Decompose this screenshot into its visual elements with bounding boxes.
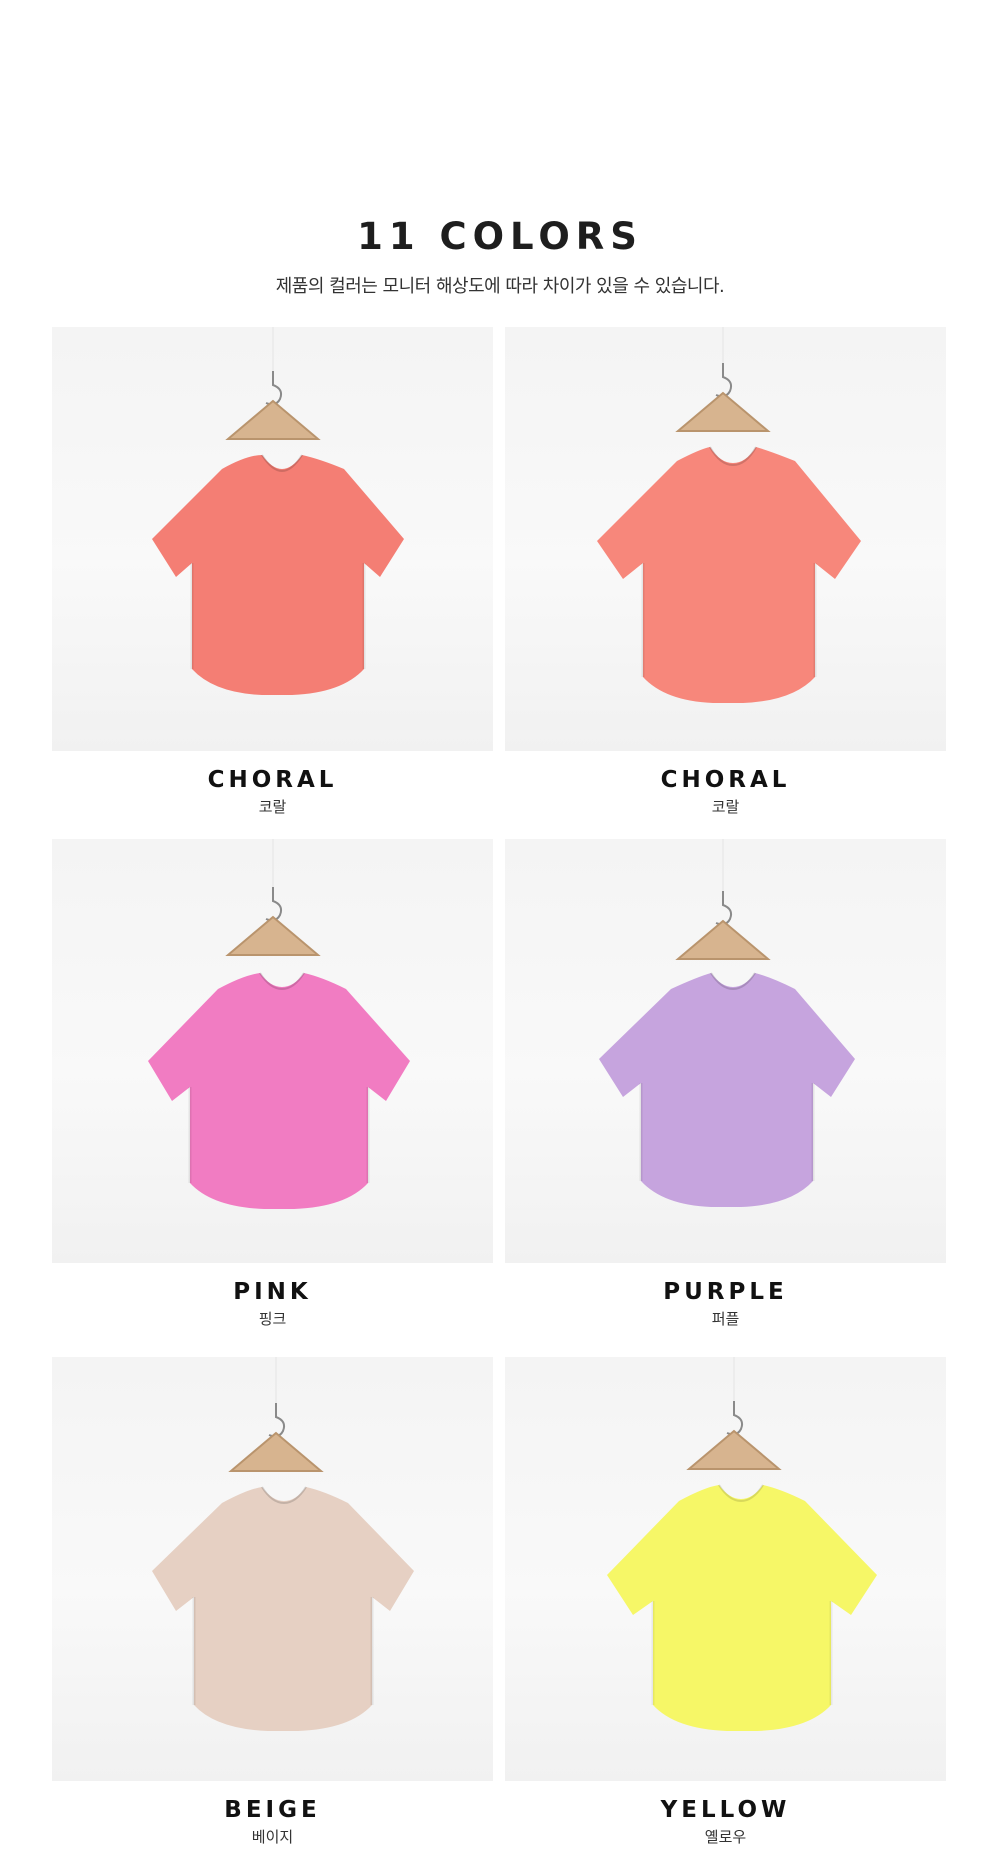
product-photo	[505, 327, 946, 751]
color-item-purple: PURPLE 퍼플	[505, 839, 946, 1329]
shirt-shape	[599, 973, 855, 1207]
page-title: 11 COLORS	[357, 215, 643, 258]
color-item-choral-2: CHORAL 코랄	[505, 327, 946, 817]
color-name-en: YELLOW	[660, 1797, 791, 1823]
color-name-ko: 베이지	[251, 1828, 294, 1846]
tshirt-icon	[152, 327, 404, 695]
color-name-en: PINK	[233, 1279, 312, 1305]
product-photo	[52, 327, 493, 751]
color-name-ko: 핑크	[258, 1310, 287, 1328]
product-photo	[505, 839, 946, 1263]
page-header: 11 COLORS 제품의 컬러는 모니터 해상도에 따라 차이가 있을 수 있…	[0, 212, 1000, 300]
color-name-en: PURPLE	[663, 1279, 788, 1305]
tshirt-icon	[599, 839, 855, 1207]
shirt-shape	[148, 973, 410, 1209]
color-name-ko: 코랄	[258, 798, 287, 816]
color-name-ko: 옐로우	[704, 1828, 747, 1846]
color-name-en: CHORAL	[660, 767, 791, 793]
product-photo	[505, 1357, 946, 1781]
tshirt-icon	[607, 1357, 877, 1731]
color-item-choral-1: CHORAL 코랄	[52, 327, 493, 817]
color-disclaimer: 제품의 컬러는 모니터 해상도에 따라 차이가 있을 수 있습니다.	[275, 276, 725, 297]
color-name-en: BEIGE	[224, 1797, 321, 1823]
hanger-icon	[675, 919, 771, 960]
hanger-icon	[675, 391, 771, 432]
shirt-shape	[607, 1485, 877, 1731]
color-name-ko: 코랄	[711, 798, 740, 816]
hanger-icon	[225, 399, 321, 440]
shirt-shape	[597, 447, 861, 703]
color-item-yellow: YELLOW 옐로우	[505, 1357, 946, 1847]
color-name-ko: 퍼플	[711, 1310, 740, 1328]
shirt-shape	[152, 1487, 414, 1731]
hanger-icon	[225, 915, 321, 956]
product-photo	[52, 839, 493, 1263]
hanger-icon	[228, 1431, 324, 1472]
shirt-shape	[152, 455, 404, 695]
tshirt-icon	[148, 839, 410, 1209]
tshirt-icon	[152, 1357, 414, 1731]
tshirt-icon	[597, 327, 861, 703]
color-item-pink: PINK 핑크	[52, 839, 493, 1329]
hanger-icon	[686, 1429, 782, 1470]
product-photo	[52, 1357, 493, 1781]
color-name-en: CHORAL	[207, 767, 338, 793]
color-item-beige: BEIGE 베이지	[52, 1357, 493, 1847]
